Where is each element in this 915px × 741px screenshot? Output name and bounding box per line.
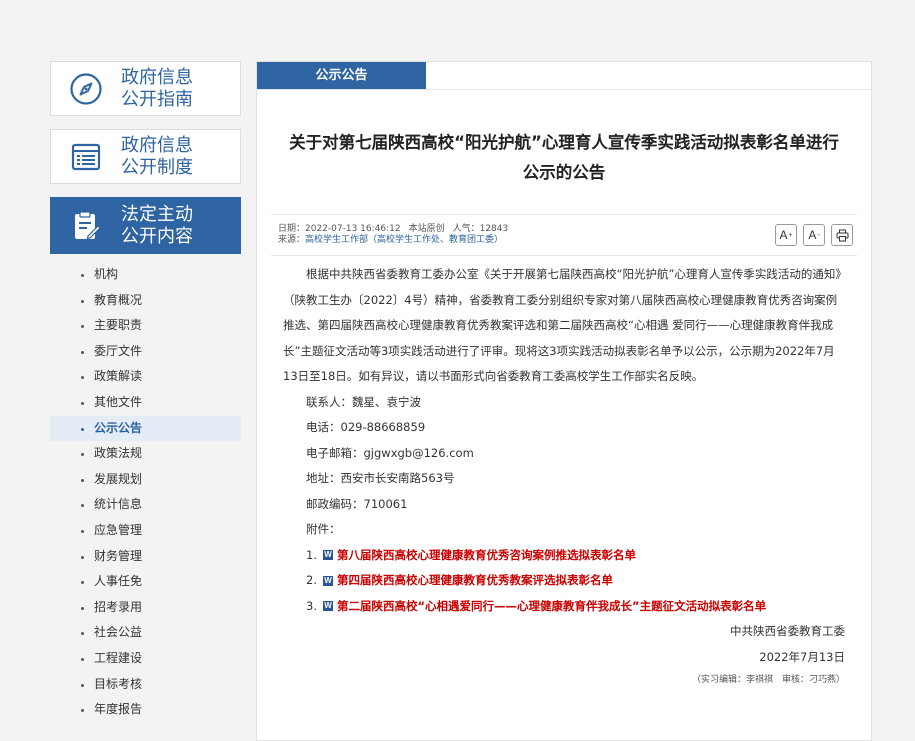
signature-date: 2022年7月13日 [759, 649, 845, 664]
article-tools: A + A- [775, 224, 853, 246]
print-button[interactable] [831, 224, 853, 246]
sidebar-item[interactable]: 委厅文件 [50, 339, 241, 365]
nav-card-disclosure-system[interactable]: 政府信息 公开制度 [50, 129, 241, 184]
nav-card-statutory-content[interactable]: 法定主动 公开内容 [50, 197, 241, 254]
sidebar-menu: 机构 教育概况 主要职责 委厅文件 政策解读 其他文件 公示公告 政策法规 发展规划 统计信息 应急… [50, 262, 241, 723]
word-doc-icon: W [322, 601, 333, 612]
source-label: 来源： [278, 235, 306, 245]
sidebar-item[interactable]: 其他文件 [50, 390, 241, 416]
font-decrease-button[interactable]: A- [803, 224, 825, 246]
tab-divider [257, 89, 871, 90]
word-doc-icon: W [322, 550, 333, 561]
sidebar-item[interactable]: 社会公益 [50, 620, 241, 646]
editor-credit: （实习编辑：李祺祺 审核：刁巧燕） [691, 675, 845, 685]
attachment-num: 1. [306, 547, 317, 562]
signature-org: 中共陕西省委教育工委 [730, 624, 845, 638]
attachment-num: 3. [306, 598, 317, 613]
nav-card-line1: 政府信息 [121, 134, 193, 156]
sidebar-item[interactable]: 财务管理 [50, 544, 241, 570]
compass-icon [51, 72, 121, 106]
publish-date: 日期：2022-07-13 16:46:12 [278, 224, 401, 234]
clipboard-edit-icon [51, 209, 121, 243]
sidebar-item[interactable]: 年度报告 [50, 697, 241, 723]
contact-person: 联系人：魏星、袁宁波 [306, 394, 421, 409]
source-link[interactable]: 高校学生工作部（高校学生工作处、教育团工委） [305, 235, 503, 245]
sidebar-item[interactable]: 教育概况 [50, 288, 241, 314]
contact-email: 电子邮箱：gjgwxgb@126.com [306, 445, 474, 460]
attachment-title: 第四届陕西高校心理健康教育优秀教案评选拟表彰名单 [336, 573, 613, 587]
tab-announcements[interactable]: 公示公告 [257, 62, 426, 89]
attachment-num: 2. [306, 573, 317, 587]
word-doc-icon: W [322, 575, 333, 586]
meta-source-line: 来源：高校学生工作部（高校学生工作处、教育团工委） [278, 235, 511, 246]
article-meta: 日期：2022-07-13 16:46:12 本站原创 人气：12843 来源：高校… [271, 214, 857, 256]
list-doc-icon [51, 140, 121, 174]
sidebar-item[interactable]: 政策解读 [50, 364, 241, 390]
attachment-link-3[interactable]: 3. W 第二届陕西高校“心相遇爱同行——心理健康教育伴我成长”主题征文活动拟表彰名… [283, 594, 845, 620]
print-icon [836, 229, 848, 241]
body-paragraph: 根据中共陕西省委教育工委办公室《关于开展第七届陕西高校“阳光护航”心理育人宣传季… [283, 267, 842, 383]
sidebar-item[interactable]: 公示公告 [50, 415, 241, 442]
font-down-label: A [808, 228, 817, 242]
page-title: 关于对第七届陕西高校“阳光护航”心理育人宣传季实践活动拟表彰名单进行 公示的公告 [257, 128, 871, 188]
nav-card-line2: 公开制度 [121, 156, 193, 178]
contact-postcode: 邮政编码：710061 [306, 496, 408, 511]
font-up-label: A [779, 228, 788, 242]
nav-card-line2: 公开内容 [121, 225, 193, 247]
sidebar-item[interactable]: 目标考核 [50, 672, 241, 698]
contact-address: 地址：西安市长安南路563号 [306, 471, 455, 485]
sidebar-item[interactable]: 人事任免 [50, 569, 241, 595]
sidebar: 政府信息 公开指南 政府信息 公开制度 法定主动 公开内容 机构 教育概况 主要… [50, 61, 241, 723]
sidebar-item[interactable]: 政策法规 [50, 441, 241, 467]
origin-label: 本站原创 [408, 224, 445, 234]
sidebar-item[interactable]: 机构 [50, 262, 241, 288]
article-panel: 公示公告 关于对第七届陕西高校“阳光护航”心理育人宣传季实践活动拟表彰名单进行 … [256, 61, 872, 741]
sidebar-item[interactable]: 应急管理 [50, 518, 241, 544]
article-body: 根据中共陕西省委教育工委办公室《关于开展第七届陕西高校“阳光护航”心理育人宣传季… [283, 262, 845, 690]
sidebar-item[interactable]: 招考录用 [50, 595, 241, 621]
sidebar-item[interactable]: 主要职责 [50, 313, 241, 339]
title-line-1: 关于对第七届陕西高校“阳光护航”心理育人宣传季实践活动拟表彰名单进行 [289, 133, 839, 152]
contact-phone: 电话：029-88668859 [306, 420, 426, 434]
nav-card-disclosure-guide[interactable]: 政府信息 公开指南 [50, 61, 241, 116]
sidebar-item[interactable]: 发展规划 [50, 467, 241, 493]
attachment-link-2[interactable]: 2. W 第四届陕西高校心理健康教育优秀教案评选拟表彰名单 [283, 568, 845, 594]
nav-card-line1: 政府信息 [121, 66, 193, 88]
attachment-title: 第八届陕西高校心理健康教育优秀咨询案例推选拟表彰名单 [336, 547, 636, 562]
attachments-label: 附件： [306, 522, 341, 536]
attachment-title: 第二届陕西高校“心相遇爱同行——心理健康教育伴我成长”主题征文活动拟表彰名单 [336, 598, 767, 613]
nav-card-line2: 公开指南 [121, 88, 193, 110]
attachment-link-1[interactable]: 1. W 第八届陕西高校心理健康教育优秀咨询案例推选拟表彰名单 [283, 543, 845, 569]
nav-card-line1: 法定主动 [121, 203, 193, 225]
font-increase-button[interactable]: A + [775, 224, 797, 246]
sidebar-item[interactable]: 工程建设 [50, 646, 241, 672]
meta-date-line: 日期：2022-07-13 16:46:12 本站原创 人气：12843 [278, 224, 516, 235]
sidebar-item[interactable]: 统计信息 [50, 492, 241, 518]
view-count: 人气：12843 [452, 224, 509, 234]
title-line-2: 公示的公告 [522, 163, 606, 182]
